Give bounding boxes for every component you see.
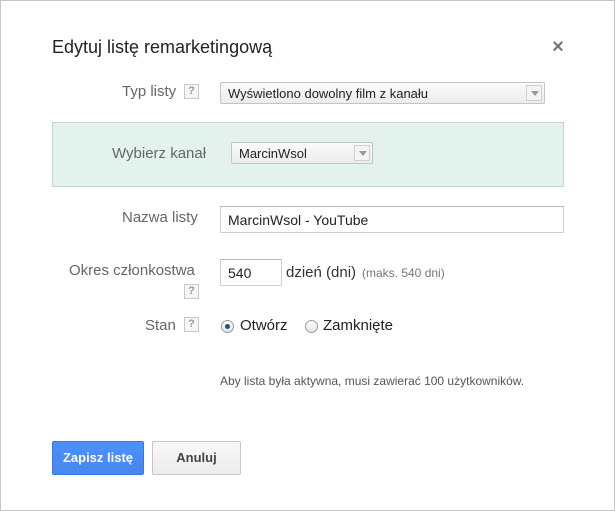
membership-label: Okres członkostwa	[69, 262, 195, 279]
list-name-input[interactable]: MarcinWsol - YouTube	[220, 206, 564, 233]
save-list-button[interactable]: Zapisz listę	[52, 441, 144, 475]
status-closed-label[interactable]: Zamknięte	[323, 317, 393, 334]
channel-select-value: MarcinWsol	[239, 146, 307, 161]
status-open-radio[interactable]	[221, 320, 234, 333]
status-label: Stan	[145, 317, 176, 334]
channel-select[interactable]: MarcinWsol	[231, 142, 373, 164]
membership-help-icon[interactable]: ?	[184, 284, 199, 299]
list-type-help-icon[interactable]: ?	[184, 84, 199, 99]
status-help-icon[interactable]: ?	[184, 317, 199, 332]
chevron-down-icon	[354, 145, 370, 161]
list-name-label: Nazwa listy	[122, 209, 198, 226]
status-closed-radio[interactable]	[305, 320, 318, 333]
membership-hint: (maks. 540 dni)	[362, 266, 445, 280]
list-type-select-value: Wyświetlono dowolny film z kanału	[228, 86, 429, 101]
close-icon[interactable]: ×	[548, 37, 568, 57]
edit-remarketing-list-dialog: Edytuj listę remarketingową × Typ listy …	[0, 0, 615, 511]
activation-note: Aby lista była aktywna, musi zawierać 10…	[220, 374, 525, 388]
dialog-title: Edytuj listę remarketingową	[52, 37, 273, 57]
list-type-select[interactable]: Wyświetlono dowolny film z kanału	[220, 82, 545, 104]
list-type-label: Typ listy	[122, 83, 177, 100]
cancel-button[interactable]: Anuluj	[152, 441, 241, 475]
channel-label: Wybierz kanał	[112, 145, 207, 162]
status-open-label[interactable]: Otwórz	[240, 317, 288, 334]
membership-unit: dzień (dni)	[286, 264, 357, 281]
membership-days-input[interactable]: 540	[220, 259, 282, 286]
chevron-down-icon	[526, 85, 542, 101]
